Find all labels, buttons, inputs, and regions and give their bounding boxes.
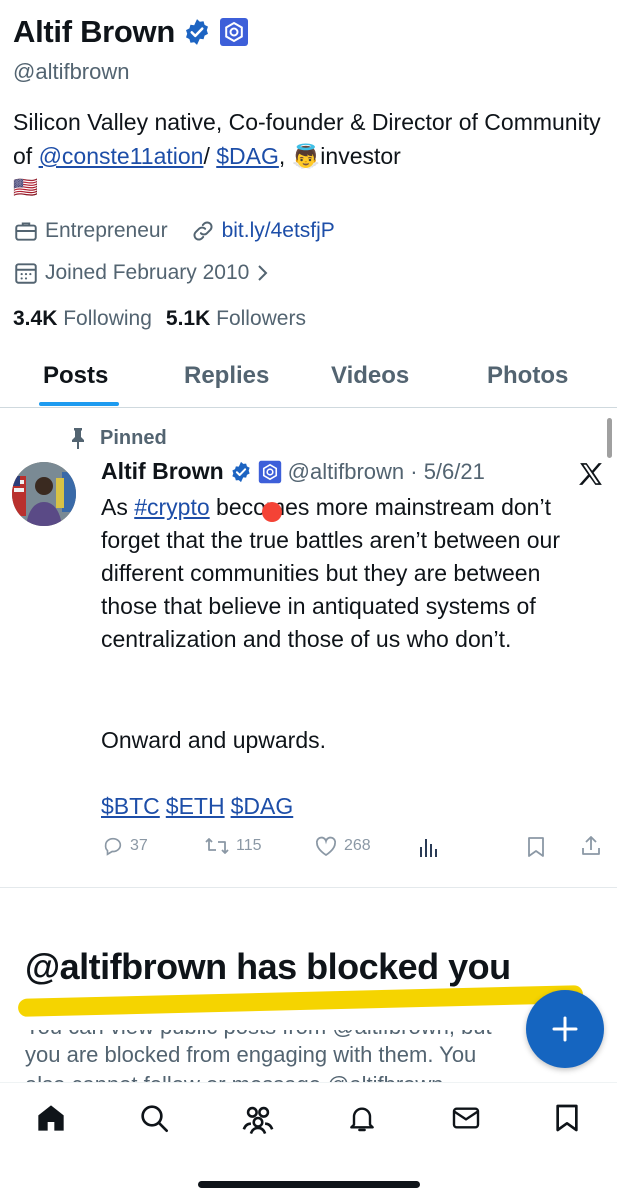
nav-search[interactable] — [134, 1098, 174, 1138]
cashtag-link[interactable]: $ETH — [166, 790, 225, 823]
blocked-title: @altifbrown has blocked you — [25, 946, 511, 987]
reply-count: 37 — [130, 837, 148, 854]
nav-communities[interactable] — [238, 1098, 278, 1138]
verified-badge-icon — [232, 461, 250, 482]
reply-button[interactable]: 37 — [102, 835, 148, 857]
tabs-divider — [0, 407, 617, 408]
post-text-intro: As — [101, 494, 135, 520]
touch-indicator-dot — [262, 502, 282, 522]
views-icon[interactable] — [418, 835, 440, 859]
followers-label: Followers — [216, 307, 306, 330]
followers-stat[interactable]: 5.1K Followers — [166, 307, 306, 331]
tab-posts[interactable]: Posts — [43, 362, 108, 390]
us-flag-emoji: 🇺🇸 — [13, 177, 38, 199]
bio-mention-link[interactable]: @conste11ation — [39, 143, 204, 169]
cashtag-link[interactable]: $DAG — [231, 790, 294, 823]
follow-stats: 3.4K Following 5.1K Followers — [13, 307, 306, 331]
following-label: Following — [63, 307, 152, 330]
post-author-name[interactable]: Altif Brown — [101, 458, 224, 485]
home-icon — [38, 1105, 64, 1131]
like-count: 268 — [344, 837, 371, 854]
tab-replies[interactable]: Replies — [184, 362, 269, 390]
yellow-highlight-stroke — [17, 985, 584, 1017]
profile-meta-row: Entrepreneur bit.ly/4etsfjP — [13, 218, 335, 244]
blocked-description: You can view public posts from @altifbro… — [0, 1030, 617, 1082]
angel-emoji: 👼 — [291, 143, 321, 169]
repost-count: 115 — [236, 837, 262, 854]
tab-videos[interactable]: Videos — [331, 362, 409, 390]
hashtag-link[interactable]: #crypto — [134, 494, 209, 520]
bio-cashtag-link[interactable]: $DAG — [216, 143, 279, 169]
repost-icon — [205, 838, 229, 854]
cashtag-link[interactable]: $BTC — [101, 790, 160, 823]
nav-notifications[interactable] — [342, 1098, 382, 1138]
bio-text: investor — [320, 143, 401, 169]
followers-count: 5.1K — [165, 307, 211, 330]
heart-icon — [315, 836, 337, 857]
following-count: 3.4K — [13, 307, 58, 330]
post-text-second: Onward and upwards. — [101, 727, 327, 753]
nav-messages[interactable] — [446, 1098, 486, 1138]
briefcase-icon — [15, 222, 37, 241]
bookmark-icon — [556, 1104, 578, 1132]
tab-photos[interactable]: Photos — [487, 362, 568, 390]
joined-date: Joined February 2010 — [45, 261, 250, 284]
share-icon[interactable] — [579, 834, 603, 858]
constellation-affiliate-icon — [258, 460, 281, 483]
chevron-right-icon — [258, 265, 268, 281]
pinned-indicator: Pinned — [68, 426, 167, 450]
joined-row[interactable]: Joined February 2010 — [13, 260, 271, 286]
communities-icon — [242, 1106, 274, 1135]
avatar[interactable] — [12, 462, 76, 526]
reply-icon — [104, 837, 122, 856]
bio-text: / — [203, 143, 217, 169]
profession-label: Entrepreneur — [45, 219, 168, 242]
profile-name-row: Altif Brown — [13, 14, 249, 50]
profile-name: Altif Brown — [13, 14, 176, 49]
pinned-label: Pinned — [100, 426, 167, 449]
post-author-row: Altif Brown @altifbrown · 5/6/21 — [101, 458, 485, 485]
post-text: As #crypto becomes more mainstream don’t… — [101, 491, 586, 656]
following-stat[interactable]: 3.4K Following — [13, 307, 152, 331]
nav-home[interactable] — [31, 1098, 71, 1138]
profile-bio: Silicon Valley native, Co-founder & Dire… — [13, 105, 603, 203]
calendar-icon — [15, 263, 37, 284]
bell-icon — [350, 1107, 374, 1132]
bio-text: , — [278, 143, 292, 169]
compose-button[interactable] — [526, 990, 604, 1068]
nav-bookmarks[interactable] — [547, 1098, 587, 1138]
post-handle-date: @altifbrown · 5/6/21 — [287, 458, 485, 484]
repost-button[interactable]: 115 — [204, 835, 262, 857]
verified-badge-icon — [186, 19, 208, 45]
post-divider — [0, 887, 617, 888]
profile-handle: @altifbrown — [13, 59, 130, 84]
bookmark-icon[interactable] — [525, 835, 547, 859]
blocked-line-2: you are blocked from engaging with them.… — [25, 1042, 477, 1067]
home-indicator — [198, 1181, 420, 1188]
pin-icon — [72, 428, 84, 449]
active-tab-indicator — [39, 402, 119, 406]
constellation-affiliate-icon[interactable] — [219, 17, 249, 47]
cashtags-row: $BTC $ETH $DAG — [101, 790, 293, 823]
website-link[interactable]: bit.ly/4etsfjP — [222, 219, 335, 243]
mail-icon — [452, 1107, 480, 1129]
search-icon — [141, 1105, 168, 1132]
scrollbar-thumb[interactable] — [607, 418, 612, 458]
x-logo-icon — [579, 463, 602, 485]
plus-icon — [552, 1016, 578, 1042]
like-button[interactable]: 268 — [314, 835, 371, 857]
link-icon — [193, 221, 213, 241]
blocked-line-3: also cannot follow or message @altifbrow… — [25, 1070, 450, 1082]
